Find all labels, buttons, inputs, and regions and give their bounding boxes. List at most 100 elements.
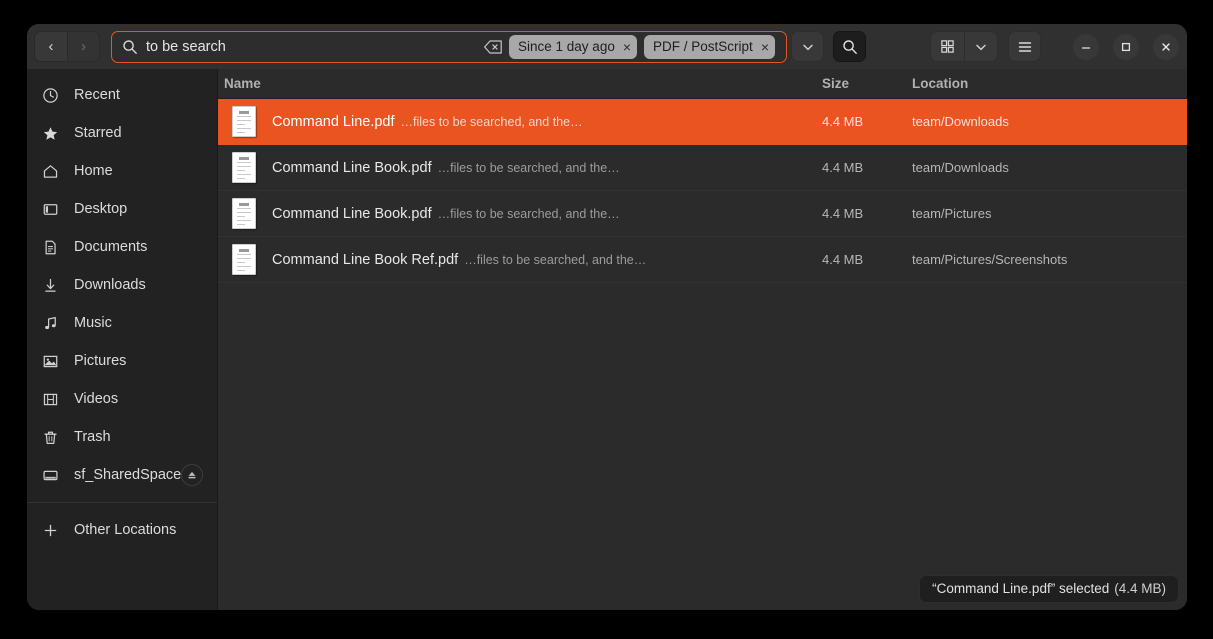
file-name-cell: Command Line Book Ref.pdf …files to be se… (218, 244, 822, 275)
file-name-label: Command Line Book Ref.pdf (272, 252, 458, 268)
sidebar-item-videos[interactable]: Videos (27, 380, 217, 418)
navigation-buttons: ‹ › (34, 31, 100, 62)
sidebar-item-label: Pictures (74, 353, 126, 369)
home-icon (41, 162, 60, 181)
file-name-label: Command Line Book.pdf (272, 160, 432, 176)
column-header-size[interactable]: Size (822, 76, 912, 91)
file-list-area: Name Size Location Command Line.pdf …file… (218, 69, 1187, 610)
sidebar-item-label: Documents (74, 239, 147, 255)
document-icon (41, 238, 60, 257)
trash-icon (41, 428, 60, 447)
chevron-down-icon (801, 40, 815, 54)
table-row[interactable]: Command Line Book.pdf …files to be search… (218, 191, 1187, 237)
music-note-icon (41, 314, 60, 333)
view-options-dropdown-button[interactable] (964, 32, 997, 61)
file-name-label: Command Line Book.pdf (272, 206, 432, 222)
hamburger-menu-icon (1017, 39, 1033, 55)
chevron-down-icon (974, 40, 988, 54)
file-name-cell: Command Line.pdf…files to be searched, a… (218, 106, 822, 137)
search-chip-filetype-label: PDF / PostScript (653, 39, 753, 54)
sidebar-item-music[interactable]: Music (27, 304, 217, 342)
file-size-label: 4.4 MB (822, 206, 912, 221)
status-bar-size: (4.4 MB) (1114, 581, 1166, 596)
file-location-label: team/Pictures/Screenshots (912, 252, 1187, 267)
sidebar-item-label: Music (74, 315, 112, 331)
sidebar-item-label: Desktop (74, 201, 127, 217)
clock-icon (41, 86, 60, 105)
desktop-icon (41, 200, 60, 219)
pdf-file-icon (232, 198, 256, 229)
main-menu-button[interactable] (1008, 31, 1041, 62)
sidebar-item-starred[interactable]: Starred (27, 114, 217, 152)
pdf-file-icon (232, 106, 256, 137)
sidebar-item-label: sf_SharedSpace (74, 467, 181, 483)
sidebar-item-label: Videos (74, 391, 118, 407)
sidebar-item-recent[interactable]: Recent (27, 76, 217, 114)
sidebar-item-downloads[interactable]: Downloads (27, 266, 217, 304)
search-chip-filetype[interactable]: PDF / PostScript × (644, 35, 775, 59)
backspace-clear-icon[interactable] (483, 39, 503, 55)
pdf-file-icon (232, 244, 256, 275)
file-name-label: Command Line.pdf (272, 114, 395, 130)
minimize-icon (1080, 41, 1092, 53)
sidebar-item-label: Downloads (74, 277, 146, 293)
search-chip-filetype-remove-icon[interactable]: × (761, 40, 769, 54)
sidebar-item-other-locations[interactable]: Other Locations (27, 511, 217, 549)
file-list-column-headers: Name Size Location (218, 69, 1187, 99)
search-icon (122, 39, 138, 55)
file-location-label: team/Downloads (912, 114, 1187, 129)
film-icon (41, 390, 60, 409)
sidebar-item-sf-sharedspace[interactable]: sf_SharedSpace (27, 456, 217, 494)
file-snippet-label: …files to be searched, and the… (464, 253, 646, 267)
file-snippet-label: …files to be searched, and the… (438, 207, 620, 221)
view-mode-group (930, 31, 998, 62)
column-header-location[interactable]: Location (912, 76, 1187, 91)
file-name-cell: Command Line Book.pdf …files to be search… (218, 152, 822, 183)
sidebar-item-label: Other Locations (74, 522, 176, 538)
window-controls (1059, 34, 1179, 60)
table-row[interactable]: Command Line Book.pdf …files to be search… (218, 145, 1187, 191)
file-manager-window: ‹ › to be search Since 1 day ago × PDF /… (27, 24, 1187, 610)
close-button[interactable] (1153, 34, 1179, 60)
maximize-icon (1120, 41, 1132, 53)
search-filter-dropdown-button[interactable] (791, 31, 824, 62)
file-size-label: 4.4 MB (822, 160, 912, 175)
close-icon (1160, 41, 1172, 53)
sidebar-item-label: Recent (74, 87, 120, 103)
file-location-label: team/Pictures (912, 206, 1187, 221)
image-icon (41, 352, 60, 371)
file-list-rows: Command Line.pdf …files to be searched, a… (218, 99, 1187, 283)
sidebar-item-trash[interactable]: Trash (27, 418, 217, 456)
status-bar-text: “Command Line.pdf” selected (932, 581, 1109, 596)
search-chip-date-label: Since 1 day ago (518, 39, 615, 54)
maximize-button[interactable] (1113, 34, 1139, 60)
eject-icon[interactable] (181, 464, 203, 486)
sidebar-item-desktop[interactable]: Desktop (27, 190, 217, 228)
grid-view-button[interactable] (931, 32, 964, 61)
sidebar-divider (27, 502, 217, 503)
sidebar-item-pictures[interactable]: Pictures (27, 342, 217, 380)
file-location-label: team/Downloads (912, 160, 1187, 175)
pdf-file-icon (232, 152, 256, 183)
sidebar: Recent Starred Home Desktop (27, 69, 218, 610)
search-bar[interactable]: to be search Since 1 day ago × PDF / Pos… (111, 31, 787, 63)
search-chip-date[interactable]: Since 1 day ago × (509, 35, 637, 59)
column-header-name[interactable]: Name (218, 76, 822, 91)
file-size-label: 4.4 MB (822, 114, 912, 129)
plus-icon (41, 521, 60, 540)
sidebar-item-label: Home (74, 163, 113, 179)
forward-button[interactable]: › (67, 32, 99, 61)
table-row[interactable]: Command Line.pdf…files to be searched, a… (218, 99, 1187, 145)
download-icon (41, 276, 60, 295)
search-button[interactable] (833, 31, 866, 62)
minimize-button[interactable] (1073, 34, 1099, 60)
back-button[interactable]: ‹ (35, 32, 67, 61)
search-chip-date-remove-icon[interactable]: × (623, 40, 631, 54)
sidebar-item-documents[interactable]: Documents (27, 228, 217, 266)
table-row[interactable]: Command Line Book Ref.pdf …files to be se… (218, 237, 1187, 283)
grid-view-icon (940, 39, 955, 54)
search-input[interactable]: to be search (146, 39, 483, 55)
file-snippet-label: …files to be searched, and the… (438, 161, 620, 175)
sidebar-item-home[interactable]: Home (27, 152, 217, 190)
window-body: Recent Starred Home Desktop (27, 69, 1187, 610)
